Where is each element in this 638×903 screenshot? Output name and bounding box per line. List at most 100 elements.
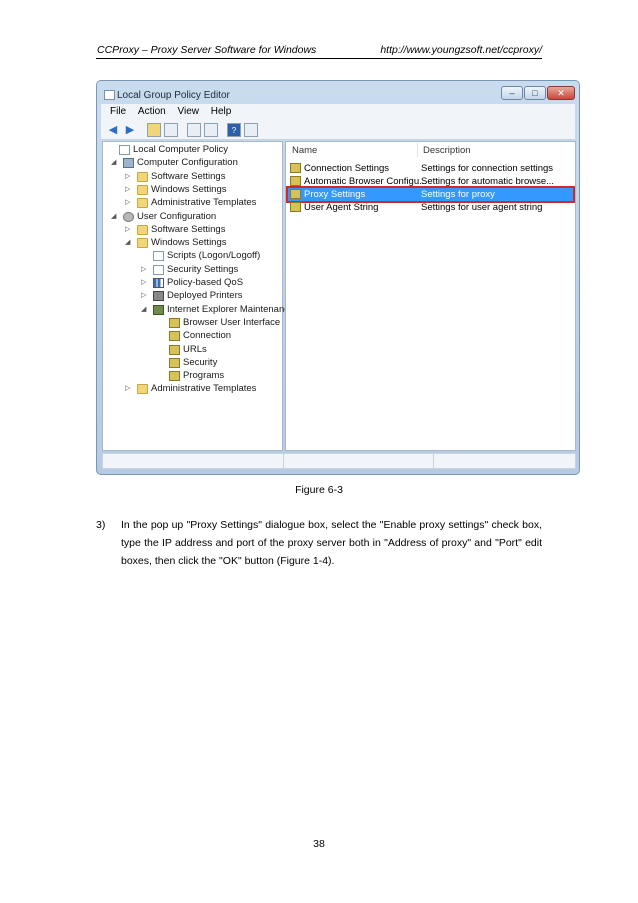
column-separator: [417, 143, 418, 157]
tree-expander-icon[interactable]: ◢: [141, 304, 146, 316]
tree-node[interactable]: Programs: [183, 370, 224, 382]
folder-icon: [137, 198, 148, 209]
column-name-header[interactable]: Name: [292, 144, 317, 157]
filter-icon[interactable]: [244, 123, 258, 137]
step-text: In the pop up "Proxy Settings" dialogue …: [121, 519, 542, 567]
app-icon: [104, 90, 115, 100]
maximize-button[interactable]: □: [524, 86, 546, 100]
close-button[interactable]: ✕: [547, 86, 575, 100]
window-title: Local Group Policy Editor: [117, 90, 230, 101]
tree-node[interactable]: Windows Settings: [151, 237, 227, 249]
list-row-selected[interactable]: Proxy Settings Settings for proxy: [286, 186, 575, 203]
tree-node[interactable]: Scripts (Logon/Logoff): [167, 250, 260, 262]
tree-expander-icon[interactable]: ◢: [111, 157, 116, 169]
ie-setting-icon: [169, 344, 180, 355]
security-icon: [153, 264, 164, 275]
qos-icon: [153, 278, 164, 288]
toolbar: ◀ ▶ ?: [101, 120, 575, 140]
tree-node[interactable]: Windows Settings: [151, 184, 227, 196]
tree-expander-icon[interactable]: ▷: [141, 290, 146, 302]
policy-tree: Local Computer Policy ◢ Computer Configura…: [102, 141, 294, 451]
tree-expander-icon[interactable]: ▷: [125, 224, 130, 236]
minimize-button[interactable]: –: [501, 86, 523, 100]
ie-setting-icon: [290, 163, 301, 173]
ie-setting-icon: [169, 371, 180, 382]
menu-action[interactable]: Action: [138, 104, 166, 120]
row-description: Settings for proxy: [421, 189, 495, 200]
properties-icon[interactable]: [204, 123, 218, 137]
tree-node[interactable]: Security Settings: [167, 264, 238, 276]
tree-expander-icon[interactable]: ▷: [125, 171, 130, 183]
status-segment: [283, 454, 284, 468]
ie-setting-icon: [290, 202, 301, 212]
doc-icon: [119, 145, 130, 155]
tree-node[interactable]: Browser User Interface: [183, 317, 280, 329]
ie-maintenance-icon: [153, 304, 164, 315]
tree-node[interactable]: Administrative Templates: [151, 197, 256, 209]
help-icon[interactable]: ?: [227, 123, 241, 137]
tree-expander-icon[interactable]: ◢: [125, 237, 130, 249]
column-description-header[interactable]: Description: [423, 144, 471, 157]
menu-file[interactable]: File: [110, 104, 126, 120]
folder-icon: [137, 238, 148, 249]
forward-arrow-icon[interactable]: ▶: [123, 123, 137, 137]
ie-setting-icon: [290, 176, 301, 186]
page-number: 38: [313, 838, 325, 850]
tree-node[interactable]: URLs: [183, 344, 207, 356]
script-icon: [153, 251, 164, 262]
computer-icon: [123, 158, 134, 169]
tree-node[interactable]: Administrative Templates: [151, 383, 256, 395]
page-header-url: http://www.youngzsoft.net/ccproxy/: [380, 44, 542, 56]
details-list: Name Description Connection Settings Sett…: [285, 141, 576, 451]
tree-node[interactable]: User Configuration: [137, 211, 216, 223]
row-description: Settings for user agent string: [421, 202, 543, 213]
show-hide-tree-icon[interactable]: [164, 123, 178, 137]
tree-node[interactable]: Local Computer Policy: [133, 144, 228, 156]
ie-setting-icon: [290, 189, 301, 199]
folder-icon: [137, 384, 148, 395]
status-bar: [102, 453, 576, 469]
ie-setting-icon: [169, 317, 180, 328]
folder-icon: [137, 184, 148, 195]
tree-node[interactable]: Deployed Printers: [167, 290, 243, 302]
tree-node[interactable]: Software Settings: [151, 171, 225, 183]
tree-expander-icon[interactable]: ◢: [111, 211, 116, 223]
tree-node[interactable]: Internet Explorer Maintenance: [167, 304, 294, 316]
tree-expander-icon[interactable]: ▷: [125, 383, 130, 395]
group-policy-editor-window: Local Group Policy Editor – □ ✕ File Act…: [96, 80, 580, 475]
printer-icon: [153, 291, 164, 302]
tree-node[interactable]: Software Settings: [151, 224, 225, 236]
folder-icon: [137, 171, 148, 182]
row-name: Automatic Browser Configu...: [304, 176, 428, 187]
tree-expander-icon[interactable]: ▷: [125, 184, 130, 196]
tree-node[interactable]: Security: [183, 357, 217, 369]
tree-expander-icon[interactable]: ▷: [125, 197, 130, 209]
row-name: Proxy Settings: [304, 189, 366, 200]
menu-bar: File Action View Help: [101, 104, 575, 120]
row-description: Settings for automatic browse...: [421, 176, 555, 187]
export-list-icon[interactable]: [187, 123, 201, 137]
header-rule: [96, 58, 542, 59]
figure-caption: Figure 6-3: [295, 484, 343, 496]
back-arrow-icon[interactable]: ◀: [106, 123, 120, 137]
page-header-title: CCProxy – Proxy Server Software for Wind…: [97, 44, 317, 56]
folder-icon: [137, 224, 148, 235]
list-row[interactable]: Automatic Browser Configu... Settings for…: [288, 175, 573, 188]
row-name: User Agent String: [304, 202, 379, 213]
ie-setting-icon: [169, 357, 180, 368]
tree-node[interactable]: Computer Configuration: [137, 157, 238, 169]
status-segment: [433, 454, 434, 468]
tree-node[interactable]: Policy-based QoS: [167, 277, 243, 289]
tree-expander-icon[interactable]: ▷: [141, 277, 146, 289]
list-row[interactable]: Connection Settings Settings for connecti…: [288, 162, 573, 175]
tree-expander-icon[interactable]: ▷: [141, 264, 146, 276]
row-description: Settings for connection settings: [421, 163, 554, 174]
list-row[interactable]: User Agent String Settings for user agent…: [288, 201, 573, 214]
tree-node[interactable]: Connection: [183, 330, 231, 342]
ie-setting-icon: [169, 331, 180, 342]
menu-help[interactable]: Help: [211, 104, 232, 120]
up-folder-icon[interactable]: [147, 123, 161, 137]
row-name: Connection Settings: [304, 163, 390, 174]
menu-view[interactable]: View: [177, 104, 199, 120]
step-number: 3): [96, 519, 106, 531]
